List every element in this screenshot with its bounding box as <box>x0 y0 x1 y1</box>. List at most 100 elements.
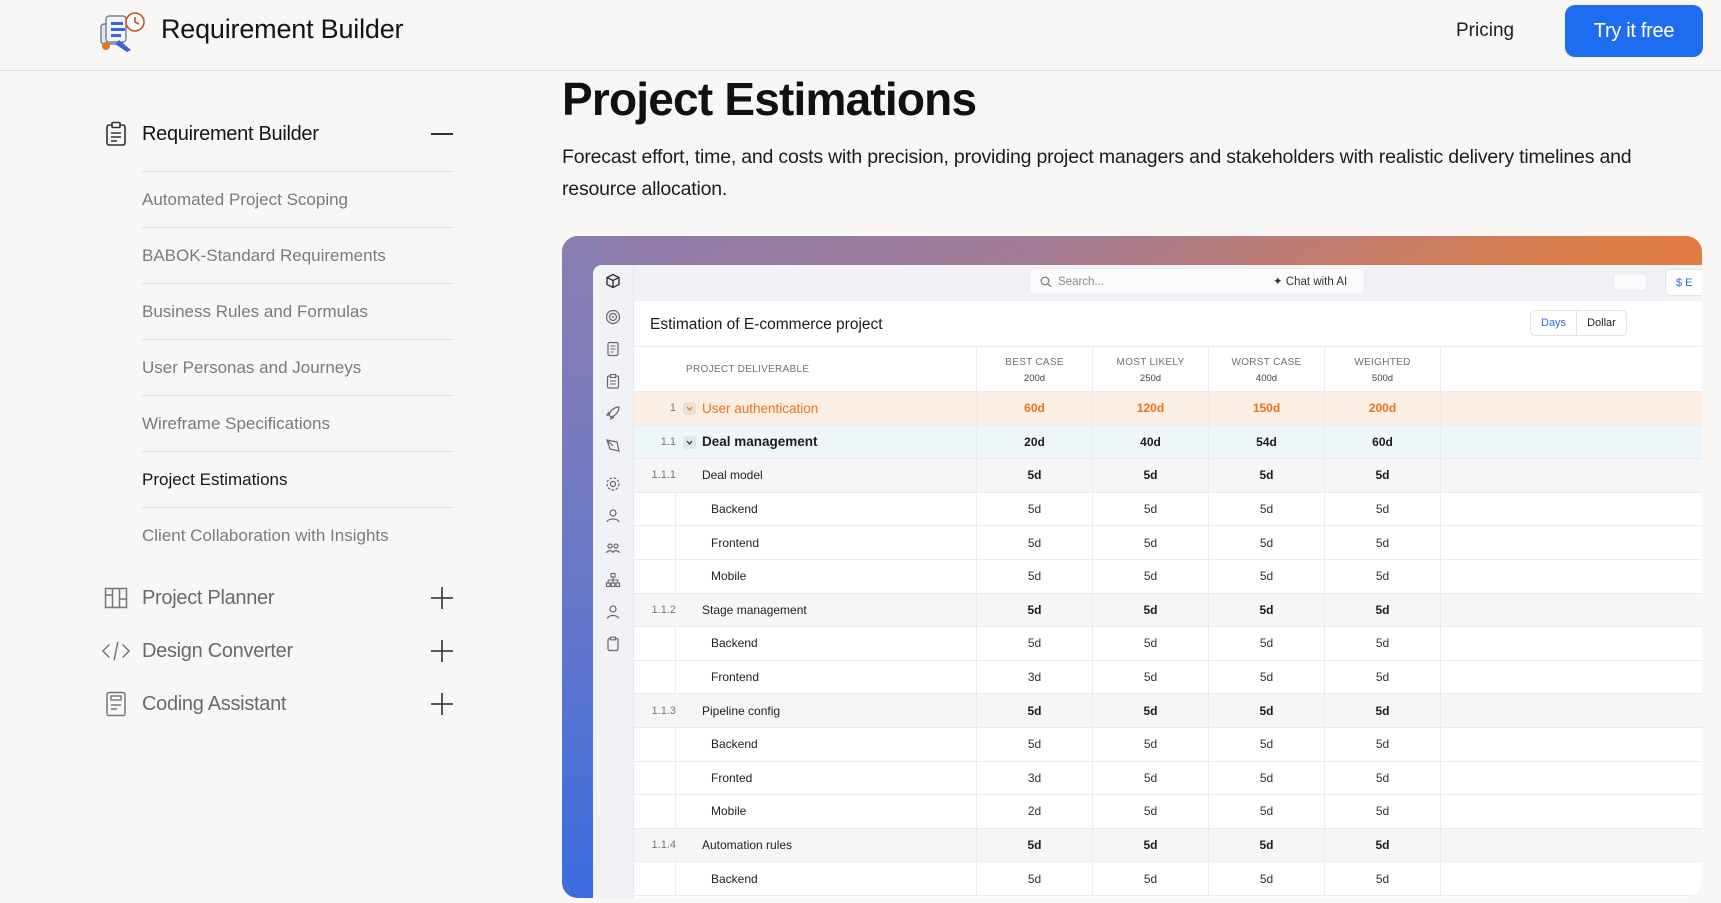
sidebar-section-project-planner[interactable]: Project Planner <box>102 578 454 618</box>
estimate-cell[interactable]: 5d <box>1324 761 1440 795</box>
sidebar-section-design-converter[interactable]: Design Converter <box>102 631 454 671</box>
estimate-cell[interactable]: 5d <box>976 862 1092 895</box>
rocket-icon[interactable] <box>604 404 622 422</box>
estimate-cell[interactable]: 5d <box>1324 492 1440 526</box>
estimate-cell[interactable]: 5d <box>976 694 1092 727</box>
estimate-cell[interactable]: 5d <box>976 828 1092 862</box>
sidebar-item-automated-project-scoping[interactable]: Automated Project Scoping <box>142 171 453 227</box>
estimate-cell[interactable]: 54d <box>1208 425 1324 459</box>
plus-icon[interactable] <box>430 586 454 610</box>
hierarchy-icon[interactable] <box>604 571 622 589</box>
estimate-cell[interactable]: 5d <box>1208 694 1324 727</box>
estimate-cell[interactable]: 40d <box>1092 425 1208 459</box>
estimate-cell[interactable]: 3d <box>976 660 1092 694</box>
days-option[interactable]: Days <box>1531 311 1578 335</box>
estimate-cell[interactable]: 5d <box>1324 526 1440 559</box>
estimate-cell[interactable]: 150d <box>1208 392 1324 425</box>
sidebar-item-project-estimations[interactable]: Project Estimations <box>142 451 453 507</box>
table-row[interactable]: Backend 5d 5d 5d 5d <box>634 862 1702 896</box>
minus-icon[interactable] <box>430 122 454 146</box>
estimate-cell[interactable]: 200d <box>1324 392 1440 425</box>
try-it-free-button[interactable]: Try it free <box>1565 5 1703 57</box>
estimate-cell[interactable]: 5d <box>1324 627 1440 660</box>
estimate-cell[interactable]: 60d <box>976 392 1092 425</box>
table-row[interactable]: Frontend 3d 5d 5d 5d <box>634 660 1702 695</box>
estimate-cell[interactable]: 5d <box>1324 593 1440 627</box>
estimate-cell[interactable]: 3d <box>976 761 1092 795</box>
estimate-cell[interactable]: 5d <box>1092 526 1208 559</box>
table-row[interactable]: 1 User authentication 60d 120d 150d 200d <box>634 392 1702 426</box>
estimate-cell[interactable]: 5d <box>1208 660 1324 694</box>
estimate-cell[interactable]: 5d <box>1208 828 1324 862</box>
column-header-worst-case[interactable]: WORST CASE 400d <box>1208 347 1324 393</box>
table-row[interactable]: Mobile 2d 5d 5d 5d <box>634 795 1702 829</box>
estimate-cell[interactable]: 5d <box>1324 559 1440 593</box>
users-icon[interactable] <box>604 507 622 525</box>
plus-icon[interactable] <box>430 639 454 663</box>
estimate-cell[interactable]: 5d <box>976 559 1092 593</box>
brand-name[interactable]: Requirement Builder <box>161 14 404 45</box>
sidebar-item-babok-requirements[interactable]: BABOK-Standard Requirements <box>142 227 453 283</box>
clipboard-icon[interactable] <box>604 372 622 390</box>
table-row[interactable]: 1.1.4 Automation rules 5d 5d 5d 5d <box>634 828 1702 863</box>
estimate-cell[interactable]: 5d <box>976 526 1092 559</box>
sidebar-item-business-rules[interactable]: Business Rules and Formulas <box>142 283 453 339</box>
target-icon[interactable] <box>604 308 622 326</box>
document-icon[interactable] <box>604 340 622 358</box>
sidebar-section-coding-assistant[interactable]: Coding Assistant <box>102 684 454 724</box>
theme-toggle[interactable] <box>1613 273 1647 291</box>
estimate-cell[interactable]: 5d <box>1092 593 1208 627</box>
table-row[interactable]: Frontend 5d 5d 5d 5d <box>634 526 1702 560</box>
sidebar-item-user-personas[interactable]: User Personas and Journeys <box>142 339 453 395</box>
table-row[interactable]: Backend 5d 5d 5d 5d <box>634 727 1702 762</box>
cube-icon[interactable] <box>604 272 622 290</box>
plus-icon[interactable] <box>430 692 454 716</box>
dollar-option[interactable]: Dollar <box>1577 311 1626 335</box>
estimate-cell[interactable]: 5d <box>1208 727 1324 761</box>
table-row[interactable]: Backend 5d 5d 5d 5d <box>634 492 1702 527</box>
estimate-cell[interactable]: 5d <box>1208 593 1324 627</box>
estimate-cell[interactable]: 5d <box>1092 660 1208 694</box>
table-row[interactable]: 1.1.3 Pipeline config 5d 5d 5d 5d <box>634 694 1702 728</box>
estimate-cell[interactable]: 5d <box>1324 727 1440 761</box>
estimate-cell[interactable]: 5d <box>1324 862 1440 895</box>
person-icon[interactable] <box>604 603 622 621</box>
table-row[interactable]: 1.1 Deal management 20d 40d 54d 60d <box>634 425 1702 460</box>
column-header-best-case[interactable]: BEST CASE 200d <box>976 347 1092 393</box>
estimate-cell[interactable]: 5d <box>1208 761 1324 795</box>
pen-icon[interactable] <box>604 436 622 454</box>
sidebar-section-requirement-builder[interactable]: Requirement Builder <box>102 114 454 154</box>
estimate-cell[interactable]: 5d <box>1092 459 1208 492</box>
estimate-cell[interactable]: 5d <box>1208 862 1324 895</box>
team-icon[interactable] <box>604 539 622 557</box>
chevron-down-icon[interactable] <box>683 435 696 449</box>
estimate-cell[interactable]: 5d <box>1092 492 1208 526</box>
estimate-cell[interactable]: 5d <box>1324 828 1440 862</box>
pricing-link[interactable]: Pricing <box>1456 20 1514 42</box>
estimate-cell[interactable]: 20d <box>976 425 1092 459</box>
estimate-cell[interactable]: 5d <box>1092 727 1208 761</box>
clipboard-blank-icon[interactable] <box>604 635 622 653</box>
estimate-cell[interactable]: 5d <box>976 627 1092 660</box>
estimate-cell[interactable]: 5d <box>1092 761 1208 795</box>
table-row[interactable]: Backend 5d 5d 5d 5d <box>634 627 1702 661</box>
column-header-most-likely[interactable]: MOST LIKELY 250d <box>1092 347 1208 393</box>
estimate-cell[interactable]: 5d <box>1324 459 1440 492</box>
estimate-cell[interactable]: 5d <box>1208 627 1324 660</box>
estimate-cell[interactable]: 5d <box>1208 459 1324 492</box>
sidebar-item-client-collaboration[interactable]: Client Collaboration with Insights <box>142 507 453 563</box>
estimate-cell[interactable]: 2d <box>976 795 1092 828</box>
estimate-cell[interactable]: 5d <box>1208 795 1324 828</box>
estimate-cell[interactable]: 5d <box>1208 559 1324 593</box>
robot-mascot-icon[interactable] <box>97 10 149 54</box>
estimate-cell[interactable]: 60d <box>1324 425 1440 459</box>
estimate-cell[interactable]: 5d <box>1092 627 1208 660</box>
estimate-cell[interactable]: 120d <box>1092 392 1208 425</box>
column-header-weighted[interactable]: WEIGHTED 500d <box>1324 347 1440 393</box>
chevron-down-icon[interactable] <box>683 402 696 415</box>
settings-icon[interactable] <box>604 475 622 493</box>
sidebar-item-wireframe-specifications[interactable]: Wireframe Specifications <box>142 395 453 451</box>
estimate-cell[interactable]: 5d <box>1208 492 1324 526</box>
estimate-cell[interactable]: 5d <box>1208 526 1324 559</box>
currency-pill[interactable]: $ E <box>1665 269 1702 296</box>
